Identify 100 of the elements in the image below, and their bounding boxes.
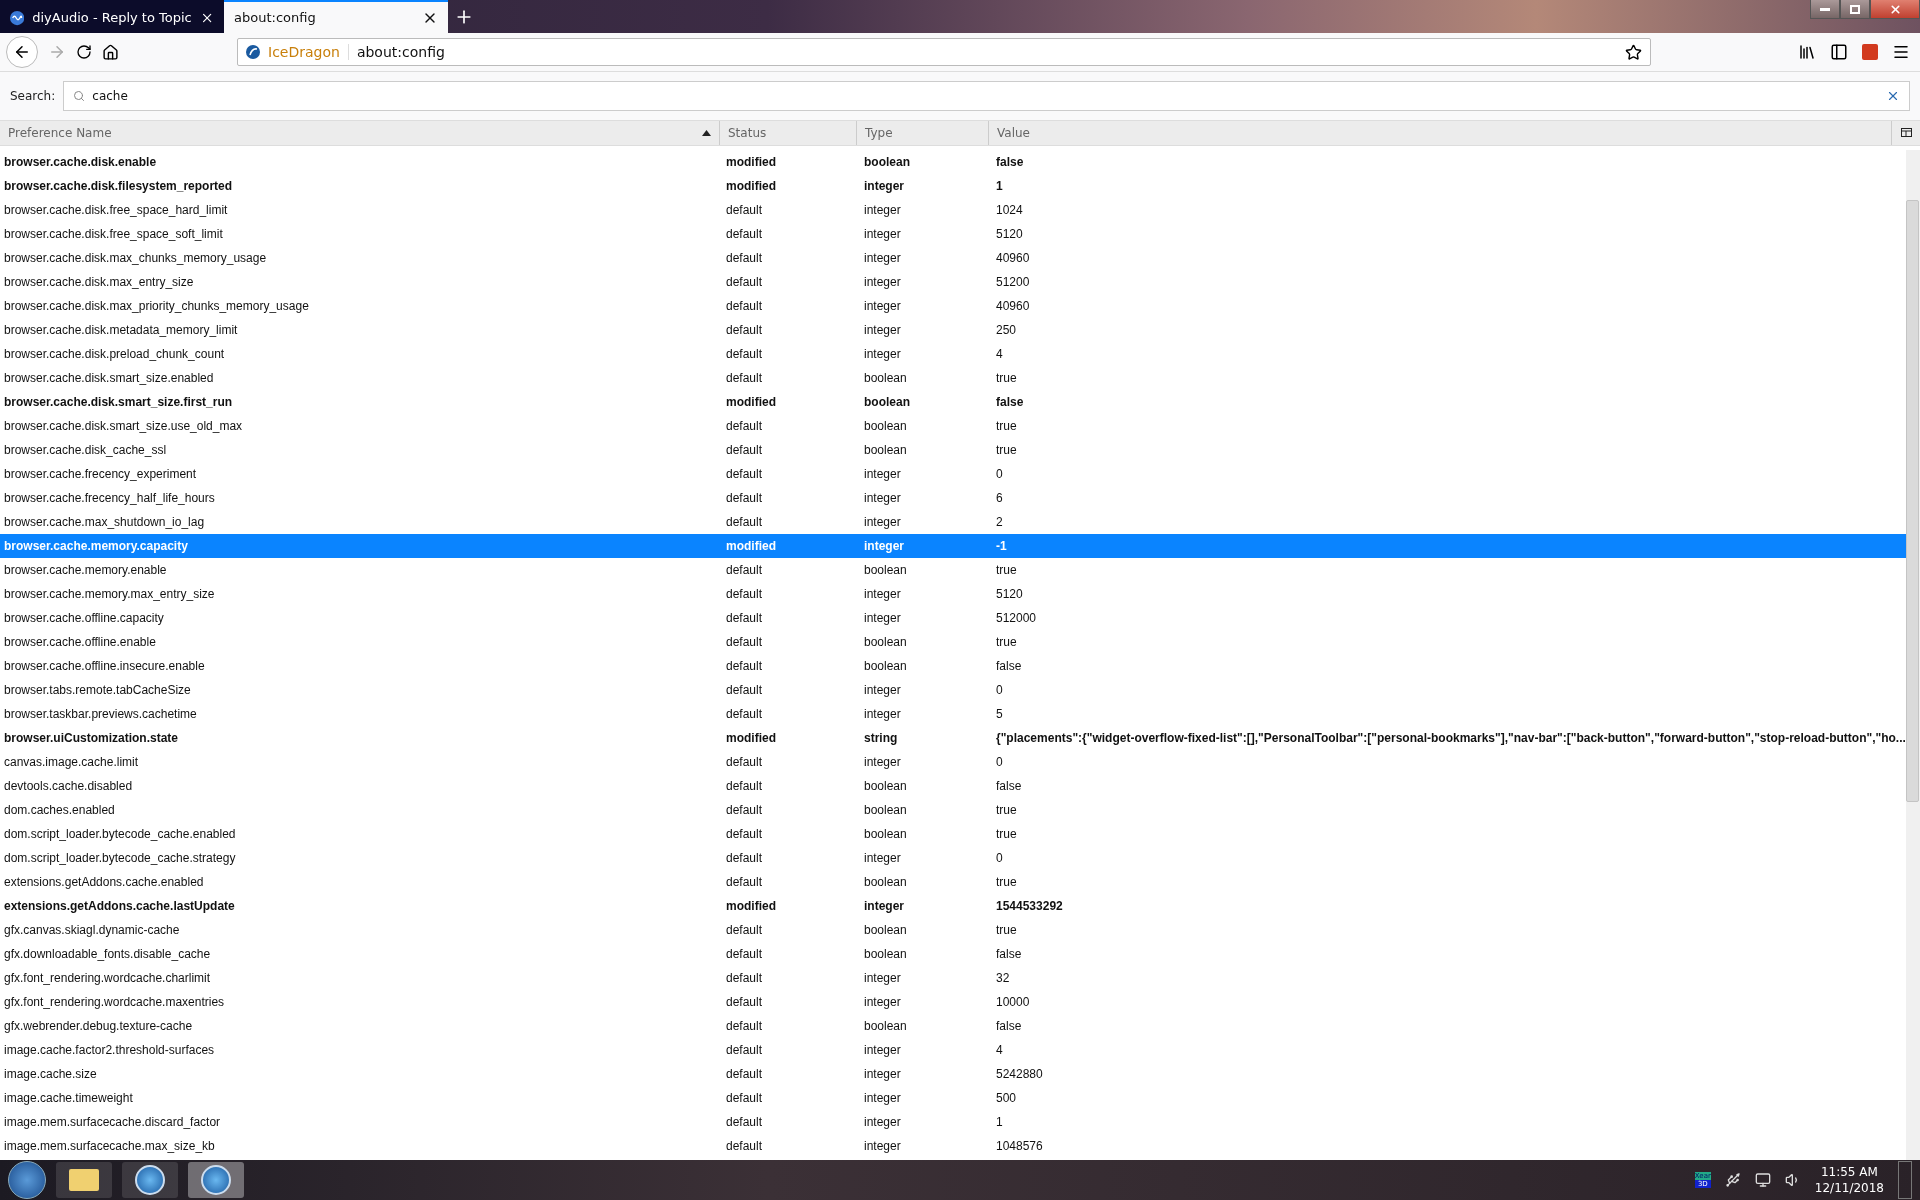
value-cell-text: 1544533292 [995, 899, 1063, 913]
network-icon[interactable] [1754, 1172, 1771, 1188]
preference-row[interactable]: dom.caches.enabled default boolean true [0, 798, 1906, 822]
clock[interactable]: 11:55 AM 12/11/2018 [1814, 1164, 1884, 1196]
preference-row[interactable]: image.mem.surfacecache.discard_factor default integer 1 [0, 1110, 1906, 1134]
value-cell-text: 512000 [995, 611, 1037, 625]
preference-row[interactable]: browser.cache.disk.filesystem_reported modified integer 1 [0, 174, 1906, 198]
preference-row[interactable]: dom.script_loader.bytecode_cache.enabled default boolean true [0, 822, 1906, 846]
preference-name: browser.cache.offline.capacity [3, 611, 164, 625]
value-cell-text: 40960 [995, 299, 1030, 313]
bookmark-star-icon[interactable] [1625, 43, 1642, 61]
type-cell-text: integer [863, 971, 901, 985]
scrollbar[interactable] [1905, 150, 1920, 1160]
preference-name: browser.cache.offline.insecure.enable [3, 659, 205, 673]
preference-name: browser.cache.disk.filesystem_reported [3, 179, 233, 193]
preference-row[interactable]: browser.cache.max_shutdown_io_lag default integer 2 [0, 510, 1906, 534]
column-header[interactable]: Value [989, 121, 1892, 145]
type-cell-text: boolean [863, 659, 907, 673]
preference-row[interactable]: browser.cache.disk.max_chunks_memory_usage default integer 40960 [0, 246, 1906, 270]
status-cell-text: default [725, 755, 763, 769]
preference-row[interactable]: browser.taskbar.previews.cachetime default integer 5 [0, 702, 1906, 726]
type-cell-text: integer [863, 1043, 901, 1057]
preference-row[interactable]: browser.cache.disk.smart_size.use_old_max default boolean true [0, 414, 1906, 438]
show-desktop-button[interactable] [1898, 1161, 1912, 1199]
type-cell-text: integer [863, 539, 904, 553]
taskbar-button[interactable] [122, 1162, 178, 1198]
scrollbar-thumb[interactable] [1906, 200, 1920, 802]
start-button[interactable] [8, 1161, 46, 1199]
browser-tab[interactable]: about:config [224, 0, 448, 33]
preference-name: gfx.font_rendering.wordcache.charlimit [3, 971, 211, 985]
preference-row[interactable]: image.cache.factor2.threshold-surfaces default integer 4 [0, 1038, 1906, 1062]
value-cell-text: true [995, 923, 1017, 937]
preference-row[interactable]: gfx.downloadable_fonts.disable_cache default boolean false [0, 942, 1906, 966]
preference-name: browser.cache.memory.enable [3, 563, 167, 577]
restore-button[interactable] [1840, 0, 1870, 19]
preference-row[interactable]: dom.script_loader.bytecode_cache.strategy default integer 0 [0, 846, 1906, 870]
value-cell-text: true [995, 875, 1017, 889]
value-cell-text: 5120 [995, 227, 1023, 241]
preference-row[interactable]: browser.cache.offline.enable default boolean true [0, 630, 1906, 654]
status-cell-text: default [725, 491, 763, 505]
sidebar-icon[interactable] [1830, 43, 1848, 61]
type-cell-text: boolean [863, 419, 907, 433]
preference-name: browser.cache.memory.capacity [3, 539, 188, 553]
preference-row[interactable]: browser.cache.memory.enable default boolean true [0, 558, 1906, 582]
menu-icon[interactable] [1892, 43, 1910, 61]
column-header[interactable]: Status [720, 121, 857, 145]
preference-row[interactable]: browser.cache.frecency_experiment default integer 0 [0, 462, 1906, 486]
preference-row[interactable]: extensions.getAddons.cache.enabled default boolean true [0, 870, 1906, 894]
clear-icon[interactable] [1886, 89, 1900, 103]
preference-row[interactable]: gfx.webrender.debug.texture-cache default boolean false [0, 1014, 1906, 1038]
column-header[interactable]: Preference Name [0, 121, 720, 145]
preference-row[interactable]: gfx.canvas.skiagl.dynamic-cache default boolean true [0, 918, 1906, 942]
value-cell-text: 0 [995, 755, 1003, 769]
preference-row[interactable]: devtools.cache.disabled default boolean false [0, 774, 1906, 798]
preference-row[interactable]: image.mem.surfacecache.max_size_kb default integer 1048576 [0, 1134, 1906, 1158]
preference-row[interactable]: browser.cache.disk.smart_size.enabled default boolean true [0, 366, 1906, 390]
preference-name: browser.cache.disk.smart_size.first_run [3, 395, 233, 409]
preference-row[interactable]: extensions.getAddons.cache.lastUpdate modified integer 1544533292 [0, 894, 1906, 918]
preference-row[interactable]: browser.cache.disk.max_entry_size default integer 51200 [0, 270, 1906, 294]
preference-row[interactable]: browser.cache.disk.smart_size.first_run modified boolean false [0, 390, 1906, 414]
taskbar-button[interactable] [56, 1162, 112, 1198]
preference-row[interactable]: browser.cache.disk.enable modified boolean false [0, 150, 1906, 174]
taskbar-button[interactable] [188, 1162, 244, 1198]
preference-row[interactable]: browser.cache.offline.insecure.enable default boolean false [0, 654, 1906, 678]
preference-row[interactable]: image.cache.timeweight default integer 500 [0, 1086, 1906, 1110]
value-cell-text: {"placements":{"widget-overflow-fixed-list":[],"PersonalToolbar":["personal-bookmarks"],"nav-bar":["back-button","forward-button","stop-reload-button","ho... [995, 731, 1906, 745]
preference-row[interactable]: gfx.font_rendering.wordcache.charlimit default integer 32 [0, 966, 1906, 990]
browser-tab[interactable]: diyAudio - Reply to Topic [0, 0, 224, 33]
address-bar[interactable]: IceDragon about:config [237, 38, 1651, 66]
value-cell-text: 32 [995, 971, 1010, 985]
reload-button[interactable] [76, 44, 92, 60]
preference-row[interactable]: browser.cache.disk.free_space_soft_limit default integer 5120 [0, 222, 1906, 246]
type-cell-text: boolean [863, 1019, 907, 1033]
column-header[interactable]: Type [857, 121, 989, 145]
preference-row[interactable]: browser.tabs.remote.tabCacheSize default integer 0 [0, 678, 1906, 702]
library-icon[interactable] [1798, 43, 1816, 61]
home-button[interactable] [102, 43, 119, 61]
preference-row[interactable]: browser.cache.memory.capacity modified integer -1 [0, 534, 1906, 558]
back-button[interactable] [6, 36, 38, 68]
preference-row[interactable]: browser.cache.disk.free_space_hard_limit default integer 1024 [0, 198, 1906, 222]
preference-row[interactable]: image.cache.size default integer 5242880 [0, 1062, 1906, 1086]
status-cell-text: default [725, 779, 763, 793]
type-cell-text: boolean [863, 947, 907, 961]
search-field[interactable]: cache [63, 81, 1910, 111]
preference-row[interactable]: browser.cache.disk_cache_ssl default boolean true [0, 438, 1906, 462]
value-cell-text: false [995, 947, 1022, 961]
type-cell-text: boolean [863, 371, 907, 385]
preference-row[interactable]: gfx.font_rendering.wordcache.maxentries default integer 10000 [0, 990, 1906, 1014]
preference-row[interactable]: browser.cache.frecency_half_life_hours default integer 6 [0, 486, 1906, 510]
type-cell-text: boolean [863, 635, 907, 649]
preference-row[interactable]: canvas.image.cache.limit default integer 0 [0, 750, 1906, 774]
preference-row[interactable]: browser.cache.disk.preload_chunk_count default integer 4 [0, 342, 1906, 366]
preference-row[interactable]: browser.cache.memory.max_entry_size default integer 5120 [0, 582, 1906, 606]
preference-row[interactable]: browser.cache.offline.capacity default integer 512000 [0, 606, 1906, 630]
close-button[interactable] [1870, 0, 1920, 19]
usb-icon[interactable] [1724, 1172, 1741, 1188]
preference-row[interactable]: browser.cache.disk.metadata_memory_limit default integer 250 [0, 318, 1906, 342]
minimize-button[interactable] [1810, 0, 1840, 19]
type-cell-text: integer [863, 467, 901, 481]
preference-row[interactable]: browser.cache.disk.max_priority_chunks_memory_usage default integer 40960 [0, 294, 1906, 318]
